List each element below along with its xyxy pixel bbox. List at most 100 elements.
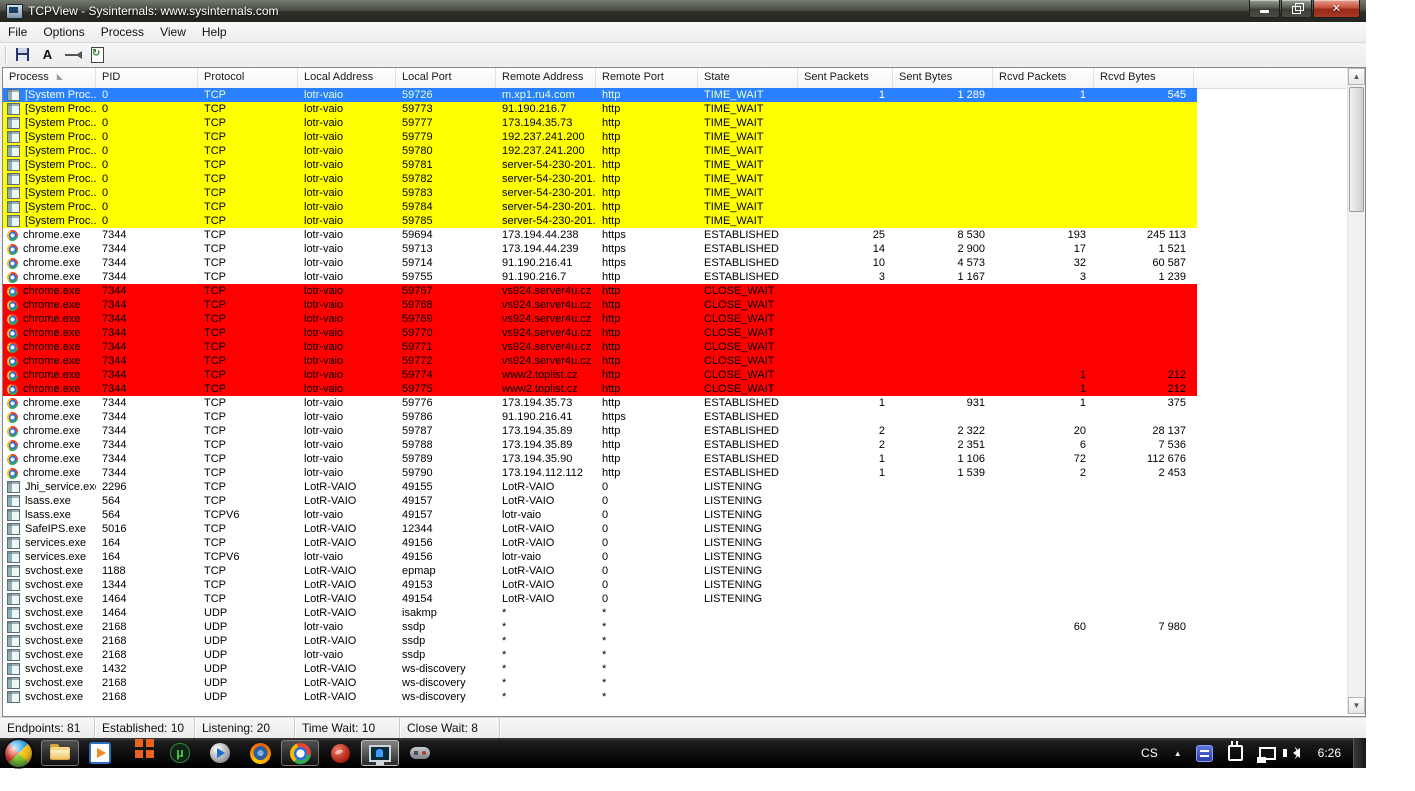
protocol-cell: TCP xyxy=(198,536,298,550)
column-header-local-address[interactable]: Local Address xyxy=(298,68,396,88)
minimize-button[interactable] xyxy=(1249,0,1280,18)
table-row[interactable]: chrome.exe7344TCPlotr-vaio59788173.194.3… xyxy=(3,438,1197,452)
menu-item-process[interactable]: Process xyxy=(93,23,152,41)
table-row[interactable]: lsass.exe564TCPV6lotr-vaio49157lotr-vaio… xyxy=(3,508,1197,522)
table-row[interactable]: svchost.exe1344TCPLotR-VAIO49153LotR-VAI… xyxy=(3,578,1197,592)
close-button[interactable]: ✕ xyxy=(1313,0,1360,18)
pid-cell: 7344 xyxy=(96,298,198,312)
table-row[interactable]: svchost.exe2168UDPLotR-VAIOws-discovery*… xyxy=(3,690,1197,704)
table-row[interactable]: services.exe164TCPLotR-VAIO49156LotR-VAI… xyxy=(3,536,1197,550)
rcvd-packets-cell xyxy=(993,536,1094,550)
table-row[interactable]: [System Proc...0TCPlotr-vaio59783server-… xyxy=(3,186,1197,200)
table-row[interactable]: chrome.exe7344TCPlotr-vaio59769vs924.ser… xyxy=(3,312,1197,326)
table-row[interactable]: services.exe164TCPV6lotr-vaio49156lotr-v… xyxy=(3,550,1197,564)
table-row[interactable]: chrome.exe7344TCPlotr-vaio59767vs924.ser… xyxy=(3,284,1197,298)
tcpview-taskbar-button[interactable] xyxy=(361,740,399,766)
table-row[interactable]: svchost.exe2168UDPlotr-vaiossdp**607 980 xyxy=(3,620,1197,634)
ime-icon[interactable] xyxy=(1196,745,1213,762)
player-taskbar-button[interactable] xyxy=(201,740,239,766)
table-row[interactable]: chrome.exe7344TCPlotr-vaio5978691.190.21… xyxy=(3,410,1197,424)
disconnect-button[interactable] xyxy=(61,45,84,65)
game-taskbar-button[interactable] xyxy=(401,740,439,766)
column-header-remote-address[interactable]: Remote Address xyxy=(496,68,596,88)
table-row[interactable]: svchost.exe1464TCPLotR-VAIO49154LotR-VAI… xyxy=(3,592,1197,606)
table-row[interactable]: chrome.exe7344TCPlotr-vaio5975591.190.21… xyxy=(3,270,1197,284)
vertical-scrollbar[interactable]: ▲ ▼ xyxy=(1347,68,1365,714)
state-cell: CLOSE_WAIT xyxy=(698,340,798,354)
table-row[interactable]: chrome.exe7344TCPlotr-vaio59713173.194.4… xyxy=(3,242,1197,256)
table-row[interactable]: chrome.exe7344TCPlotr-vaio59789173.194.3… xyxy=(3,452,1197,466)
column-header-remote-port[interactable]: Remote Port xyxy=(596,68,698,88)
column-header-protocol[interactable]: Protocol xyxy=(198,68,298,88)
start-button[interactable] xyxy=(5,740,32,767)
table-row[interactable]: chrome.exe7344TCPlotr-vaio59694173.194.4… xyxy=(3,228,1197,242)
language-indicator[interactable]: CS xyxy=(1133,746,1166,760)
table-row[interactable]: chrome.exe7344TCPlotr-vaio59776173.194.3… xyxy=(3,396,1197,410)
table-row[interactable]: chrome.exe7344TCPlotr-vaio59772vs924.ser… xyxy=(3,354,1197,368)
table-row[interactable]: chrome.exe7344TCPlotr-vaio59771vs924.ser… xyxy=(3,340,1197,354)
table-row[interactable]: lsass.exe564TCPLotR-VAIO49157LotR-VAIO0L… xyxy=(3,494,1197,508)
table-row[interactable]: chrome.exe7344TCPlotr-vaio5971491.190.21… xyxy=(3,256,1197,270)
table-row[interactable]: [System Proc...0TCPlotr-vaio59781server-… xyxy=(3,158,1197,172)
table-row[interactable]: svchost.exe2168UDPLotR-VAIOws-discovery*… xyxy=(3,676,1197,690)
table-row[interactable]: [System Proc...0TCPlotr-vaio59726m.xp1.r… xyxy=(3,88,1197,102)
table-row[interactable]: svchost.exe1188TCPLotR-VAIOepmapLotR-VAI… xyxy=(3,564,1197,578)
table-row[interactable]: SafeIPS.exe5016TCPLotR-VAIO12344LotR-VAI… xyxy=(3,522,1197,536)
menu-item-help[interactable]: Help xyxy=(194,23,235,41)
process-name: chrome.exe xyxy=(23,270,80,284)
table-row[interactable]: svchost.exe2168UDPlotr-vaiossdp** xyxy=(3,648,1197,662)
table-row[interactable]: svchost.exe1464UDPLotR-VAIOisakmp** xyxy=(3,606,1197,620)
chrome-taskbar-button[interactable] xyxy=(281,740,319,766)
column-header-pid[interactable]: PID xyxy=(96,68,198,88)
column-header-local-port[interactable]: Local Port xyxy=(396,68,496,88)
menu-item-view[interactable]: View xyxy=(152,23,194,41)
red-taskbar-button[interactable] xyxy=(321,740,359,766)
table-row[interactable]: [System Proc...0TCPlotr-vaio59785server-… xyxy=(3,214,1197,228)
network-icon[interactable] xyxy=(1259,747,1276,760)
table-row[interactable]: [System Proc...0TCPlotr-vaio59777173.194… xyxy=(3,116,1197,130)
scrollbar-thumb[interactable] xyxy=(1349,87,1364,212)
hidden-icons-chevron-icon[interactable]: ▲ xyxy=(1166,749,1190,758)
table-row[interactable]: [System Proc...0TCPlotr-vaio59782server-… xyxy=(3,172,1197,186)
table-row[interactable]: chrome.exe7344TCPlotr-vaio59787173.194.3… xyxy=(3,424,1197,438)
show-desktop-button[interactable] xyxy=(1353,738,1366,768)
save-button[interactable] xyxy=(11,45,34,65)
process-cell: chrome.exe xyxy=(3,270,96,284)
table-row[interactable]: [System Proc...0TCPlotr-vaio59784server-… xyxy=(3,200,1197,214)
wmp-taskbar-button[interactable] xyxy=(81,740,119,766)
taskbar-clock[interactable]: 6:26 xyxy=(1304,746,1353,760)
table-row[interactable]: [System Proc...0TCPlotr-vaio59779192.237… xyxy=(3,130,1197,144)
restore-button[interactable] xyxy=(1281,0,1312,18)
firefox-taskbar-button[interactable] xyxy=(241,740,279,766)
column-header-sent-packets[interactable]: Sent Packets xyxy=(798,68,893,88)
power-plug-icon[interactable] xyxy=(1228,745,1243,761)
table-row[interactable]: chrome.exe7344TCPlotr-vaio59774www2.topl… xyxy=(3,368,1197,382)
scroll-up-icon[interactable]: ▲ xyxy=(1348,68,1365,85)
volume-icon[interactable] xyxy=(1293,748,1300,758)
menu-item-file[interactable]: File xyxy=(0,23,35,41)
column-header-rcvd-packets[interactable]: Rcvd Packets xyxy=(993,68,1094,88)
title-bar[interactable]: TCPView - Sysinternals: www.sysinternals… xyxy=(0,0,1366,22)
menu-item-options[interactable]: Options xyxy=(35,23,92,41)
table-row[interactable]: Jhi_service.exe2296TCPLotR-VAIO49155LotR… xyxy=(3,480,1197,494)
sent-bytes-cell: 1 539 xyxy=(893,466,993,480)
font-button[interactable]: A xyxy=(36,45,59,65)
explorer-taskbar-button[interactable] xyxy=(41,740,79,766)
refresh-button[interactable] xyxy=(86,45,109,65)
table-row[interactable]: [System Proc...0TCPlotr-vaio59780192.237… xyxy=(3,144,1197,158)
column-header-process[interactable]: Process◣ xyxy=(3,68,96,88)
utorrent-taskbar-button[interactable]: µ xyxy=(161,740,199,766)
column-header-rcvd-bytes[interactable]: Rcvd Bytes xyxy=(1094,68,1194,88)
table-row[interactable]: chrome.exe7344TCPlotr-vaio59768vs924.ser… xyxy=(3,298,1197,312)
sent-packets-cell xyxy=(798,648,893,662)
table-row[interactable]: svchost.exe2168UDPLotR-VAIOssdp** xyxy=(3,634,1197,648)
table-row[interactable]: chrome.exe7344TCPlotr-vaio59775www2.topl… xyxy=(3,382,1197,396)
table-row[interactable]: svchost.exe1432UDPLotR-VAIOws-discovery*… xyxy=(3,662,1197,676)
column-header-sent-bytes[interactable]: Sent Bytes xyxy=(893,68,993,88)
office-taskbar-button[interactable] xyxy=(121,740,159,766)
table-row[interactable]: chrome.exe7344TCPlotr-vaio59790173.194.1… xyxy=(3,466,1197,480)
scroll-down-icon[interactable]: ▼ xyxy=(1348,697,1365,714)
table-row[interactable]: chrome.exe7344TCPlotr-vaio59770vs924.ser… xyxy=(3,326,1197,340)
column-header-state[interactable]: State xyxy=(698,68,798,88)
table-row[interactable]: [System Proc...0TCPlotr-vaio5977391.190.… xyxy=(3,102,1197,116)
